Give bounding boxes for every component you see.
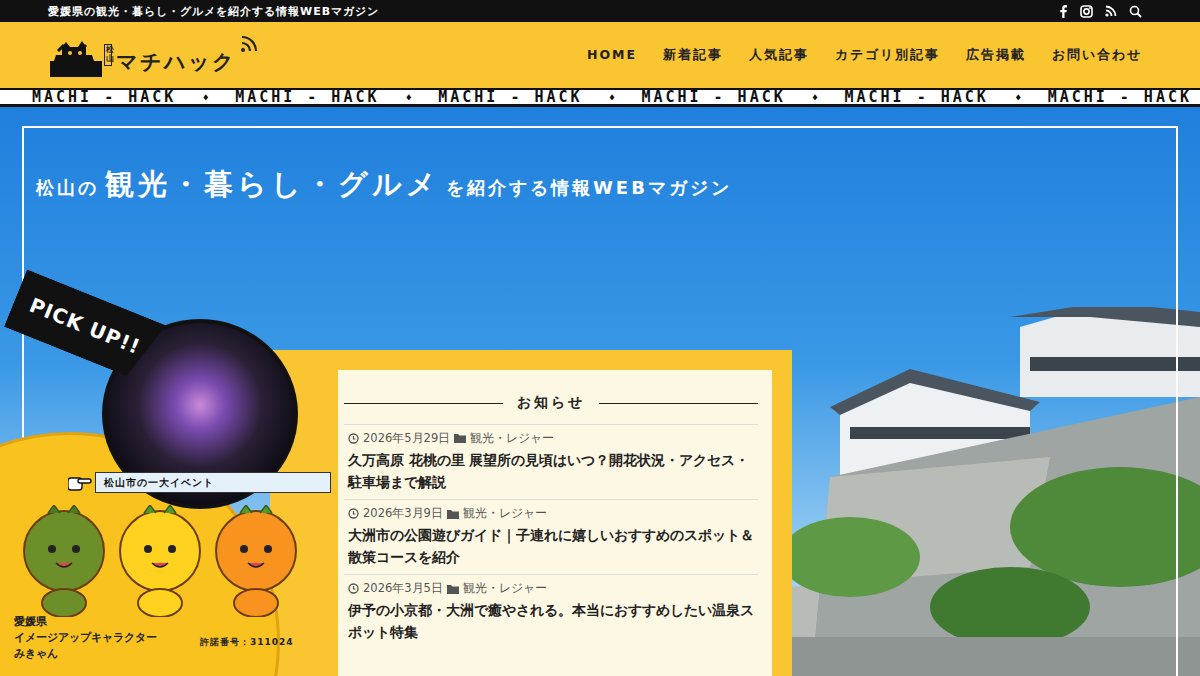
clock-icon xyxy=(348,508,359,519)
dark-mikyan-icon xyxy=(18,505,110,617)
site-logo[interactable]: 松山マチハック xyxy=(48,33,260,77)
marquee-text: MACHI - HACK xyxy=(641,88,785,106)
marquee-separator: ♦ xyxy=(1015,92,1021,103)
social-icons xyxy=(1058,5,1142,18)
marquee-separator: ♦ xyxy=(609,92,615,103)
castle-photo xyxy=(790,307,1200,676)
clock-icon xyxy=(348,433,359,444)
notice-meta: 2026年5月29日 観光・レジャー xyxy=(348,431,754,446)
pickup-caption: 松山市の一大イベント xyxy=(95,472,331,493)
marquee-text: MACHI - HACK xyxy=(32,88,176,106)
top-bar: 愛媛県の観光・暮らし・グルメを紹介する情報WEBマガジン xyxy=(0,0,1200,22)
notice-category[interactable]: 観光・レジャー xyxy=(463,506,547,521)
caption-text: 松山市の一大イベント xyxy=(104,476,214,490)
notice-date: 2026年5月29日 xyxy=(363,431,450,446)
notice-title: お知らせ xyxy=(517,394,585,412)
marquee-text: MACHI - HACK xyxy=(235,88,379,106)
marquee-strip: MACHI - HACK ♦ MACHI - HACK ♦ MACHI - HACK ♦ M… xyxy=(0,88,1200,107)
notice-panel: お知らせ2026年5月29日観光・レジャー久万高原 花桃の里 展望所の見頃はいつ… xyxy=(338,370,772,676)
search-icon[interactable] xyxy=(1129,5,1142,18)
folder-icon xyxy=(447,509,459,519)
characters xyxy=(18,505,302,617)
nav-item[interactable]: カテゴリ別記事 xyxy=(835,47,940,64)
character-label-line: 愛媛県 xyxy=(14,615,157,628)
marquee-separator: ♦ xyxy=(406,92,412,103)
logo-badge: 松山 xyxy=(104,44,112,66)
castle-cat-logo-icon xyxy=(48,37,106,77)
notice-category[interactable]: 観光・レジャー xyxy=(470,431,554,446)
heading-rule xyxy=(599,403,758,404)
notice-heading: お知らせ xyxy=(344,382,758,424)
nav-item[interactable]: お問い合わせ xyxy=(1052,47,1142,64)
notice-date: 2026年3月5日 xyxy=(363,581,443,596)
nav-item[interactable]: HOME xyxy=(587,47,637,64)
notice-link[interactable]: 久万高原 花桃の里 展望所の見頃はいつ？開花状況・アクセス・駐車場まで解説 xyxy=(348,450,754,493)
heading-prefix: 松山の xyxy=(36,176,99,200)
hero: 松山の観光・暮らし・グルメを紹介する情報WEBマガジンお知らせ 2026年5月29… xyxy=(0,107,1200,676)
marquee-text: MACHI - HACK xyxy=(845,88,989,106)
character-label-line: イメージアップキャラクター xyxy=(14,631,157,644)
notice-item[interactable]: 2026年3月9日 観光・レジャー大洲市の公園遊びガイド｜子連れに嬉しいおすすめの… xyxy=(344,499,758,574)
marquee-text: MACHI - HACK xyxy=(438,88,582,106)
site-header: 松山マチハック HOME 新着記事 人気記事 カテゴリ別記事 広告掲載 お問い合わせ xyxy=(0,22,1200,88)
character-label-line: みきゃん xyxy=(14,647,157,660)
heading-rule xyxy=(344,403,503,404)
rss-icon[interactable] xyxy=(1105,5,1117,17)
pickup-label: PICK UP!! xyxy=(26,293,144,359)
notice-meta: 2026年3月5日 観光・レジャー xyxy=(348,581,754,596)
kororin-mikyan-icon xyxy=(210,505,302,617)
folder-icon xyxy=(447,584,459,594)
nav-item[interactable]: 広告掲載 xyxy=(966,47,1026,64)
nav-item[interactable]: 人気記事 xyxy=(749,47,809,64)
notice-link[interactable]: 大洲市の公園遊びガイド｜子連れに嬉しいおすすめのスポット＆散策コースを紹介 xyxy=(348,525,754,568)
heading-suffix: を紹介する情報WEBマガジン xyxy=(446,176,732,200)
notice-item[interactable]: 2026年5月29日 観光・レジャー久万高原 花桃の里 展望所の見頃はいつ？開花状… xyxy=(344,424,758,499)
notice-item[interactable]: 2026年3月5日 観光・レジャー伊予の小京都・大洲で癒やされる。本当におすすめし… xyxy=(344,574,758,649)
marquee-separator: ♦ xyxy=(203,92,209,103)
nav-item[interactable]: 新着記事 xyxy=(663,47,723,64)
pointing-hand-icon xyxy=(68,472,92,492)
signal-icon xyxy=(240,33,260,53)
clock-icon xyxy=(348,583,359,594)
heading-highlight: 観光・暮らし・グルメ xyxy=(105,165,440,205)
marquee-text: MACHI - HACK xyxy=(1048,88,1192,106)
notice-date: 2026年3月9日 xyxy=(363,506,443,521)
mikyan-icon xyxy=(114,505,206,617)
marquee-separator: ♦ xyxy=(812,92,818,103)
main-nav: HOME 新着記事 人気記事 カテゴリ別記事 広告掲載 お問い合わせ xyxy=(587,47,1142,64)
permit-number: 許諾番号：311024 xyxy=(200,636,294,649)
facebook-icon[interactable] xyxy=(1058,5,1068,18)
notice-meta: 2026年3月9日 観光・レジャー xyxy=(348,506,754,521)
notice-link[interactable]: 伊予の小京都・大洲で癒やされる。本当におすすめしたい温泉スポット特集 xyxy=(348,600,754,643)
instagram-icon[interactable] xyxy=(1080,5,1093,18)
folder-icon xyxy=(454,433,466,443)
logo-name: マチハック xyxy=(116,52,236,77)
notice-category[interactable]: 観光・レジャー xyxy=(463,581,547,596)
notice-card: お知らせ2026年5月29日観光・レジャー久万高原 花桃の里 展望所の見頃はいつ… xyxy=(270,350,792,676)
character-label: 愛媛県イメージアップキャラクターみきゃん xyxy=(14,615,157,661)
hero-heading: 松山の観光・暮らし・グルメを紹介する情報WEBマガジン xyxy=(0,107,1200,205)
site-tagline: 愛媛県の観光・暮らし・グルメを紹介する情報WEBマガジン xyxy=(48,4,379,19)
